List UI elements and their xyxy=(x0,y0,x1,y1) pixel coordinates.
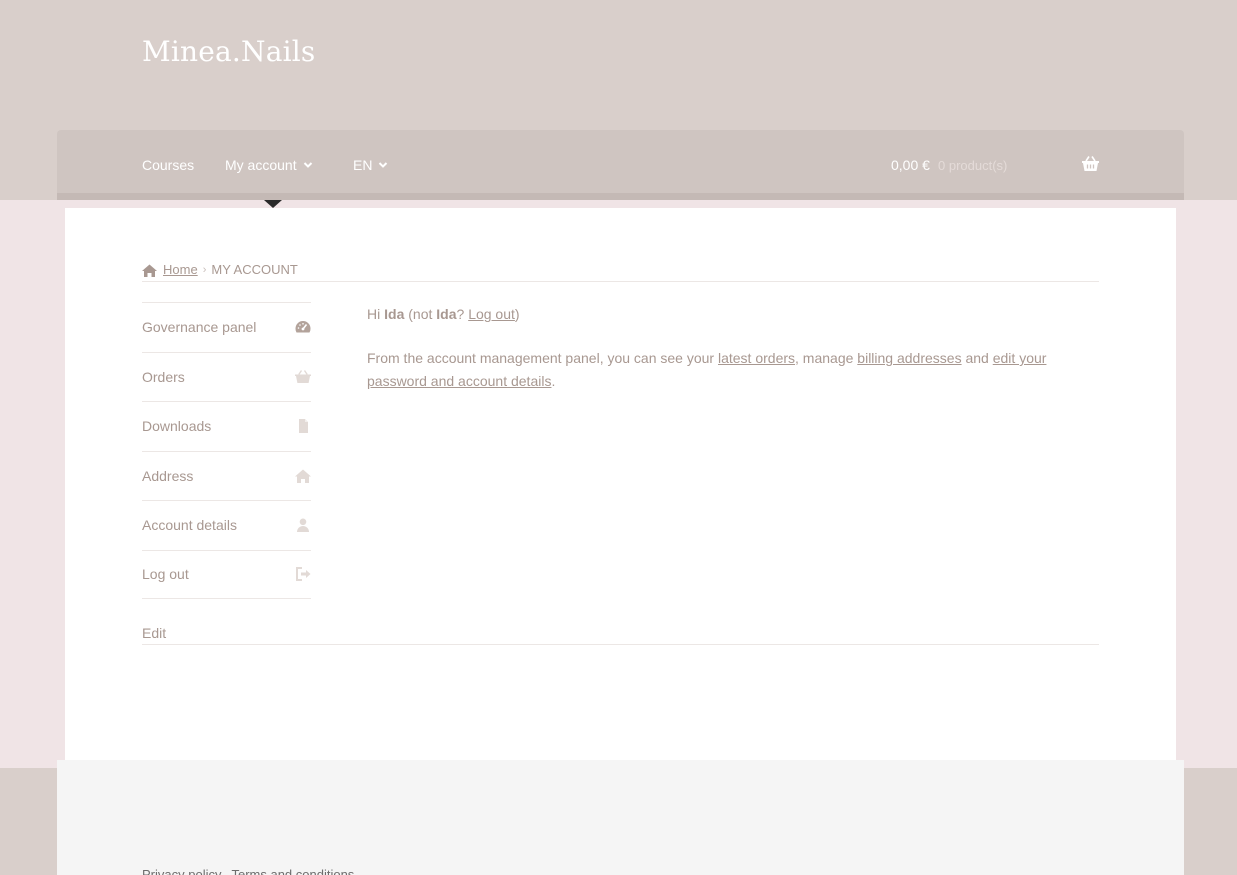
account-nav-label: Orders xyxy=(142,368,185,385)
greeting-close-paren: ) xyxy=(514,306,520,322)
account-navigation: Governance panel Orders Downloads Addres… xyxy=(142,302,311,599)
user-icon xyxy=(297,518,309,533)
cart-total[interactable]: 0,00 € xyxy=(891,156,930,174)
edit-divider xyxy=(142,644,1099,645)
privacy-policy-link[interactable]: Privacy policy xyxy=(142,867,221,875)
breadcrumb-divider xyxy=(142,281,1099,282)
greeting-not-user: Ida xyxy=(436,306,457,322)
account-nav-label: Address xyxy=(142,467,194,484)
account-nav-label: Downloads xyxy=(142,418,212,435)
account-nav-account-details[interactable]: Account details xyxy=(142,500,311,550)
account-nav-label: Governance panel xyxy=(142,319,257,336)
breadcrumb-home-link[interactable]: Home xyxy=(163,262,198,278)
account-nav-logout[interactable]: Log out xyxy=(142,549,311,599)
chevron-down-icon xyxy=(303,162,312,168)
greeting-hi: Hi xyxy=(367,306,381,322)
latest-orders-link[interactable]: latest orders xyxy=(718,350,795,366)
account-nav-downloads[interactable]: Downloads xyxy=(142,401,311,451)
breadcrumb: Home › MY ACCOUNT xyxy=(142,262,298,278)
desc-part3: and xyxy=(965,350,989,366)
terms-link[interactable]: Terms and conditions xyxy=(231,867,354,875)
basket-icon[interactable] xyxy=(1082,156,1099,172)
dashboard-icon xyxy=(295,321,311,333)
desc-end: . xyxy=(551,373,556,389)
cart-count[interactable]: 0 product(s) xyxy=(938,157,1007,175)
active-menu-pointer xyxy=(264,200,282,208)
billing-addresses-link[interactable]: billing addresses xyxy=(857,350,961,366)
account-nav-orders[interactable]: Orders xyxy=(142,351,311,402)
greeting-user: Ida xyxy=(384,306,405,322)
greeting-logout-link[interactable]: Log out xyxy=(468,306,515,322)
account-nav-label: Account details xyxy=(142,517,237,534)
footer-links: Privacy policy Terms and conditions xyxy=(142,867,354,875)
nav-my-account-label: My account xyxy=(225,157,297,173)
account-description: From the account management panel, you c… xyxy=(367,347,1067,393)
chevron-down-icon xyxy=(379,162,388,168)
nav-my-account[interactable]: My account xyxy=(225,156,313,174)
greeting-question: ? xyxy=(456,306,465,322)
desc-part1: From the account management panel, you c… xyxy=(367,350,715,366)
sign-out-icon xyxy=(296,567,311,582)
account-nav-address[interactable]: Address xyxy=(142,450,311,501)
basket-icon xyxy=(295,369,311,383)
desc-part2: , manage xyxy=(795,350,854,366)
account-greeting: Hi Ida (not Ida? Log out) xyxy=(367,305,520,323)
home-icon xyxy=(295,469,311,483)
home-icon xyxy=(142,264,157,277)
edit-link[interactable]: Edit xyxy=(142,624,166,642)
footer-panel xyxy=(57,760,1184,875)
nav-courses[interactable]: Courses xyxy=(142,156,194,174)
account-nav-dashboard[interactable]: Governance panel xyxy=(142,302,311,352)
nav-language-label: EN xyxy=(353,157,373,173)
account-nav-label: Log out xyxy=(142,566,189,583)
nav-language[interactable]: EN xyxy=(353,156,388,174)
site-title[interactable]: Minea.Nails xyxy=(142,34,316,70)
navbar-strip xyxy=(57,193,1184,200)
breadcrumb-separator: › xyxy=(202,264,207,276)
file-icon xyxy=(299,419,308,434)
nav-courses-label: Courses xyxy=(142,157,195,173)
breadcrumb-current: MY ACCOUNT xyxy=(211,262,298,277)
greeting-not-prefix: (not xyxy=(408,306,433,322)
